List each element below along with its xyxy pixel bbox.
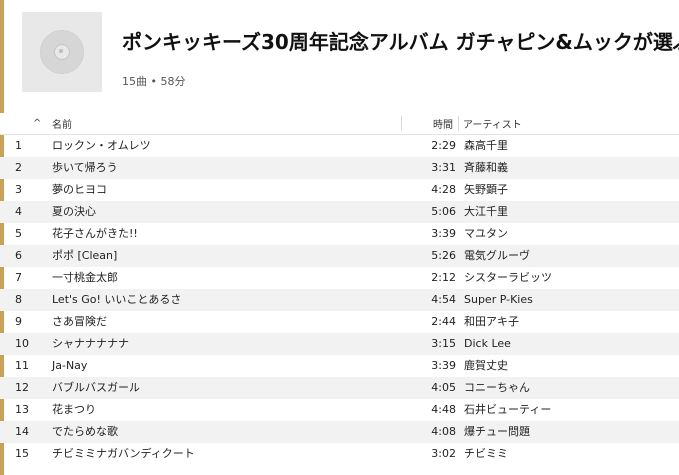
- table-row[interactable]: 11 Ja-Nay 3:39 鹿賀丈史: [0, 355, 679, 377]
- track-artist: 矢野顕子: [464, 183, 508, 196]
- table-header: ^ 名前 時間 アーティスト: [0, 113, 679, 135]
- track-number: 3: [15, 183, 22, 196]
- album-meta: 15曲 • 58分: [122, 75, 186, 88]
- track-duration: 4:48: [431, 403, 456, 416]
- track-artist: 森高千里: [464, 139, 508, 152]
- track-artist: 大江千里: [464, 205, 508, 218]
- track-artist: マユタン: [464, 227, 508, 240]
- table-row[interactable]: 4 夏の決心 5:06 大江千里: [0, 201, 679, 223]
- track-name: Let's Go! いいことあるさ: [52, 293, 182, 306]
- table-row[interactable]: 8 Let's Go! いいことあるさ 4:54 Super P-Kies: [0, 289, 679, 311]
- track-artist: 電気グルーヴ: [464, 249, 530, 262]
- track-duration: 5:06: [431, 205, 456, 218]
- track-number: 10: [15, 337, 29, 350]
- track-name: シャナナナナナ: [52, 337, 129, 350]
- track-duration: 3:02: [431, 447, 456, 460]
- column-header-time[interactable]: 時間: [433, 113, 453, 134]
- track-duration: 3:31: [431, 161, 456, 174]
- track-name: ポポ [Clean]: [52, 249, 118, 262]
- table-row[interactable]: 6 ポポ [Clean] 5:26 電気グルーヴ: [0, 245, 679, 267]
- track-name: 花子さんがきた!!: [52, 227, 138, 240]
- track-name: 歩いて帰ろう: [52, 161, 118, 174]
- track-name: Ja-Nay: [52, 359, 88, 372]
- track-name: 夢のヒヨコ: [52, 183, 107, 196]
- track-duration: 4:08: [431, 425, 456, 438]
- track-artist: Super P-Kies: [464, 293, 533, 306]
- column-divider[interactable]: [458, 116, 459, 131]
- track-number: 5: [15, 227, 22, 240]
- track-artist: Dick Lee: [464, 337, 511, 350]
- track-duration: 3:15: [431, 337, 456, 350]
- track-table: ^ 名前 時間 アーティスト 1 ロックン・オムレツ 2:29 森高千里 2 歩いて帰ろう…: [0, 113, 679, 465]
- track-number: 6: [15, 249, 22, 262]
- track-name: さあ冒険だ: [52, 315, 107, 328]
- table-row[interactable]: 9 さあ冒険だ 2:44 和田アキ子: [0, 311, 679, 333]
- track-duration: 4:05: [431, 381, 456, 394]
- track-number: 1: [15, 139, 22, 152]
- track-duration: 4:28: [431, 183, 456, 196]
- track-name: 一寸桃金太郎: [52, 271, 118, 284]
- track-number: 4: [15, 205, 22, 218]
- track-duration: 5:26: [431, 249, 456, 262]
- sort-chevron-up-icon[interactable]: ^: [33, 113, 41, 134]
- table-row[interactable]: 1 ロックン・オムレツ 2:29 森高千里: [0, 135, 679, 157]
- column-header-artist[interactable]: アーティスト: [463, 113, 522, 134]
- table-row[interactable]: 7 一寸桃金太郎 2:12 シスターラビッツ: [0, 267, 679, 289]
- track-number: 2: [15, 161, 22, 174]
- track-name: 花まつり: [52, 403, 96, 416]
- track-artist: 和田アキ子: [464, 315, 519, 328]
- track-name: チビミミナガバンディクート: [52, 447, 195, 460]
- table-row[interactable]: 12 バブルバスガール 4:05 コニーちゃん: [0, 377, 679, 399]
- track-number: 12: [15, 381, 29, 394]
- album-title: ポンキッキーズ30周年記念アルバム ガチャピン&ムックが選ぶ: [122, 30, 679, 54]
- track-artist: 鹿賀丈史: [464, 359, 508, 372]
- track-duration: 4:54: [431, 293, 456, 306]
- track-number: 13: [15, 403, 29, 416]
- track-artist: 斉藤和義: [464, 161, 508, 174]
- column-header-name[interactable]: 名前: [52, 113, 72, 134]
- track-number: 8: [15, 293, 22, 306]
- table-row[interactable]: 3 夢のヒヨコ 4:28 矢野顕子: [0, 179, 679, 201]
- track-name: でたらめな歌: [52, 425, 118, 438]
- track-artist: シスターラビッツ: [464, 271, 552, 284]
- track-name: ロックン・オムレツ: [52, 139, 151, 152]
- table-row[interactable]: 5 花子さんがきた!! 3:39 マユタン: [0, 223, 679, 245]
- track-number: 7: [15, 271, 22, 284]
- track-duration: 2:29: [431, 139, 456, 152]
- track-list: 1 ロックン・オムレツ 2:29 森高千里 2 歩いて帰ろう 3:31 斉藤和義 3 夢のヒヨコ 4…: [0, 135, 679, 465]
- track-artist: 爆チュー問題: [464, 425, 530, 438]
- track-artist: チビミミ: [464, 447, 508, 460]
- track-number: 14: [15, 425, 29, 438]
- track-number: 15: [15, 447, 29, 460]
- table-row[interactable]: 15 チビミミナガバンディクート 3:02 チビミミ: [0, 443, 679, 465]
- track-name: バブルバスガール: [52, 381, 140, 394]
- track-artist: コニーちゃん: [464, 381, 530, 394]
- disc-placeholder-icon: [40, 30, 84, 74]
- track-name: 夏の決心: [52, 205, 96, 218]
- track-number: 11: [15, 359, 29, 372]
- table-row[interactable]: 10 シャナナナナナ 3:15 Dick Lee: [0, 333, 679, 355]
- album-artwork[interactable]: [22, 12, 102, 92]
- column-divider[interactable]: [401, 116, 402, 131]
- table-row[interactable]: 14 でたらめな歌 4:08 爆チュー問題: [0, 421, 679, 443]
- track-duration: 3:39: [431, 227, 456, 240]
- track-duration: 3:39: [431, 359, 456, 372]
- table-row[interactable]: 13 花まつり 4:48 石井ビューティー: [0, 399, 679, 421]
- table-row[interactable]: 2 歩いて帰ろう 3:31 斉藤和義: [0, 157, 679, 179]
- track-artist: 石井ビューティー: [464, 403, 552, 416]
- track-number: 9: [15, 315, 22, 328]
- track-duration: 2:44: [431, 315, 456, 328]
- track-duration: 2:12: [431, 271, 456, 284]
